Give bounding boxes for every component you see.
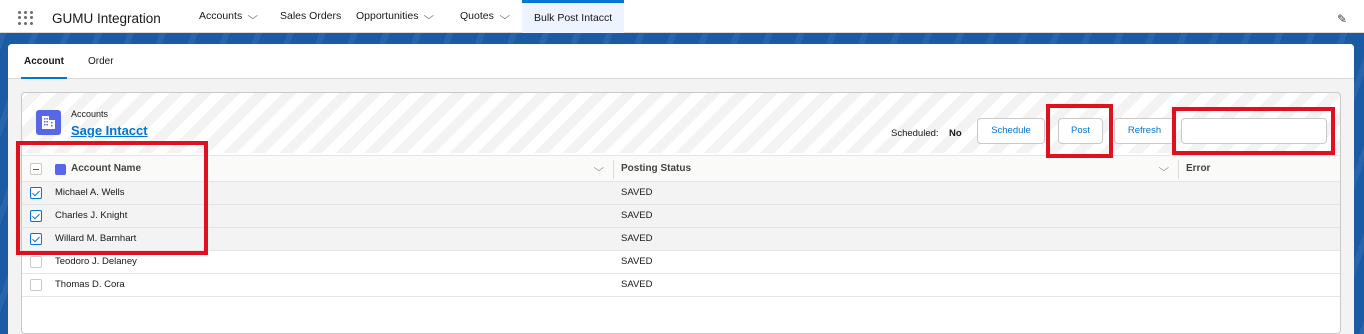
- nav-item-sales-orders[interactable]: Sales Orders: [280, 0, 341, 33]
- nav-item-bulk-post-intacct[interactable]: Bulk Post Intacct: [522, 0, 625, 33]
- row-checkbox[interactable]: [30, 210, 42, 222]
- row-checkbox[interactable]: [30, 279, 42, 291]
- row-checkbox[interactable]: [30, 233, 42, 245]
- nav-item-label: Accounts: [199, 10, 243, 22]
- chevron-down-icon[interactable]: ⌵: [248, 0, 259, 33]
- nav-item-label: Sales Orders: [280, 10, 342, 22]
- table-row[interactable]: Michael A. Wells SAVED: [22, 182, 1340, 205]
- posting-status-cell: SAVED: [621, 233, 653, 244]
- top-navigation-bar: GUMU Integration Accounts ⌵ Sales Orders …: [0, 0, 1364, 33]
- account-name-cell: Thomas D. Cora: [55, 279, 125, 290]
- account-name-cell: Charles J. Knight: [55, 210, 128, 221]
- accounts-card: Accounts Sage Intacct Scheduled: No Sche…: [21, 92, 1341, 334]
- scheduled-value: No: [949, 128, 962, 139]
- table-row[interactable]: Thomas D. Cora SAVED: [22, 274, 1340, 297]
- refresh-button[interactable]: Refresh: [1114, 118, 1175, 144]
- nav-item-accounts[interactable]: Accounts ⌵: [199, 0, 259, 33]
- table-row[interactable]: Charles J. Knight SAVED: [22, 205, 1340, 228]
- posting-status-cell: SAVED: [621, 279, 653, 290]
- row-checkbox[interactable]: [30, 256, 42, 268]
- accounts-object-icon: [36, 110, 61, 135]
- tab-bar: Account Order: [8, 44, 1354, 79]
- app-launcher-icon[interactable]: [18, 11, 34, 25]
- posting-status-cell: SAVED: [621, 210, 653, 221]
- column-divider: [613, 160, 614, 179]
- nav-item-quotes[interactable]: Quotes ⌵: [460, 0, 510, 33]
- chevron-down-icon[interactable]: ⌵: [424, 0, 435, 33]
- posting-status-cell: SAVED: [621, 256, 653, 267]
- posting-status-cell: SAVED: [621, 187, 653, 198]
- table-header: Account Name ⌵ Posting Status ⌵ Error: [22, 155, 1340, 182]
- column-header-error[interactable]: Error: [1186, 156, 1210, 183]
- select-all-checkbox[interactable]: [30, 163, 42, 175]
- schedule-button[interactable]: Schedule: [977, 118, 1045, 144]
- object-label: Accounts: [71, 109, 109, 119]
- chevron-down-icon[interactable]: ⌵: [499, 0, 510, 33]
- post-button[interactable]: Post: [1058, 118, 1103, 144]
- chevron-down-icon[interactable]: ⌵: [593, 156, 604, 182]
- tab-order[interactable]: Order: [88, 44, 114, 79]
- account-name-cell: Michael A. Wells: [55, 187, 125, 198]
- nav-item-opportunities[interactable]: Opportunities ⌵: [356, 0, 435, 33]
- nav-item-label: Opportunities: [356, 10, 419, 22]
- chevron-down-icon[interactable]: ⌵: [1158, 156, 1169, 182]
- row-checkbox[interactable]: [30, 187, 42, 199]
- account-name-cell: Willard M. Barnhart: [55, 233, 137, 244]
- card-title-link[interactable]: Sage Intacct: [71, 123, 148, 138]
- account-name-cell: Teodoro J. Delaney: [55, 256, 137, 267]
- column-header-account-name[interactable]: Account Name: [71, 156, 141, 183]
- scheduled-label: Scheduled:: [891, 128, 939, 139]
- account-column-icon: [55, 164, 66, 175]
- nav-item-label: Quotes: [460, 10, 494, 22]
- app-name: GUMU Integration: [52, 11, 161, 26]
- table-row[interactable]: Willard M. Barnhart SAVED: [22, 228, 1340, 251]
- pencil-icon[interactable]: ✎: [1337, 12, 1347, 26]
- column-header-posting-status[interactable]: Posting Status: [621, 156, 691, 183]
- tab-account[interactable]: Account: [21, 44, 67, 79]
- column-divider: [1178, 160, 1179, 179]
- search-input[interactable]: [1181, 118, 1327, 144]
- table-row[interactable]: Teodoro J. Delaney SAVED: [22, 251, 1340, 274]
- nav-item-label: Bulk Post Intacct: [534, 12, 613, 24]
- page-container: Account Order Accounts Sage Intacct Sche…: [8, 44, 1354, 334]
